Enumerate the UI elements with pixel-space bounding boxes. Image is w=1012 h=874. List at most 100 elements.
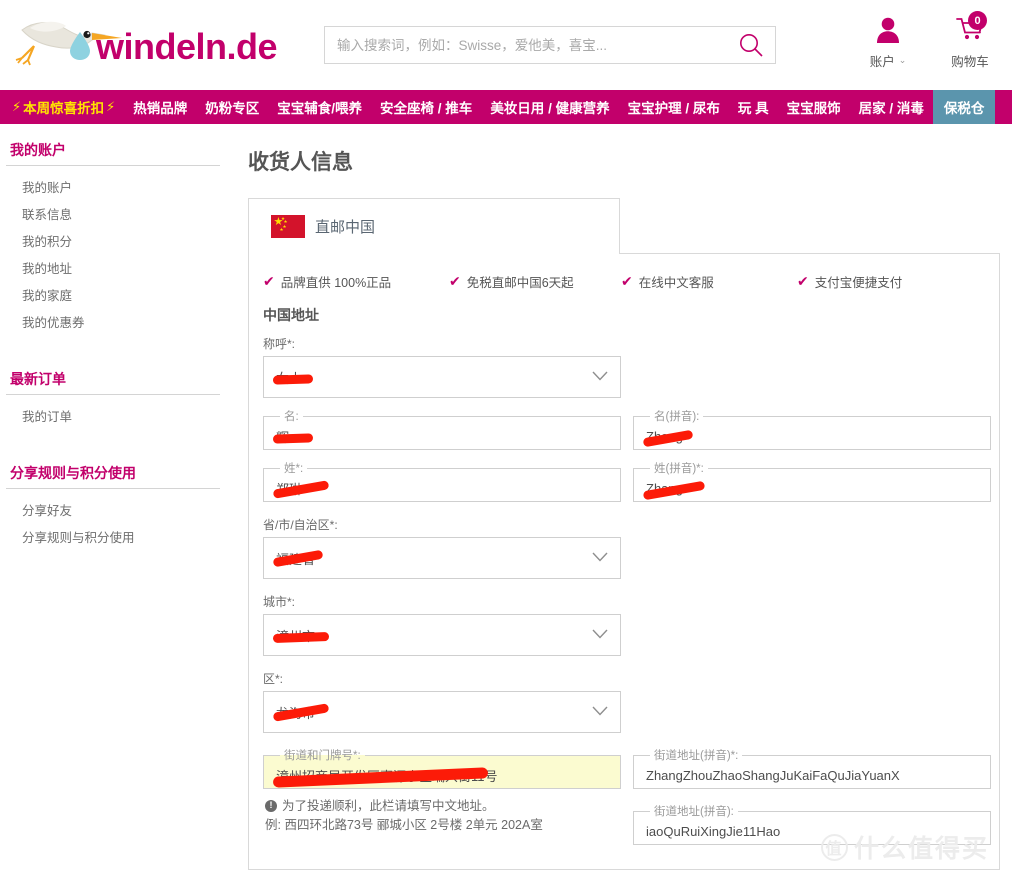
benefit-label-support: 在线中文客服 [638,276,714,290]
account-sidebar: 我的账户 我的账户 联系信息 我的积分 我的地址 我的家庭 我的优惠券 最新订单… [0,124,234,870]
select-district[interactable]: 龙海市 [263,691,621,733]
chevron-down-icon: ⌄ [898,55,907,65]
benefit-tax-free-shipping: ✔ 免税直邮中国6天起 [449,272,621,291]
value-first-name-pinyin: Zhong [642,429,694,447]
value-first-name: 辉 [272,427,314,446]
nav-label-weekly-deals: 本周惊喜折扣 [23,101,105,116]
hint-text-2: 例: 西四环北路73号 郦城小区 2号楼 2单元 202A室 [265,818,543,833]
search-bar[interactable] [324,26,776,64]
form-row-salutation: 称呼*: 女士 [263,335,985,398]
nav-item-formula[interactable]: 奶粉专区 [196,90,268,124]
label-street-pinyin-1: 街道地址(拼音)*: [654,750,739,762]
input-street-pinyin-1[interactable]: 街道地址(拼音)*: ZhangZhouZhaoShangJuKaiFaQuJi… [633,747,991,789]
check-icon: ✔ [449,273,461,289]
redaction-mark [642,480,706,500]
redaction-mark [272,479,330,499]
form-row-first-name: 名: 辉 名(拼音): Zhong [263,408,991,450]
input-street-pinyin-2[interactable]: 街道地址(拼音): iaoQuRuiXingJie11Hao [633,803,991,845]
hint-line-1: ! 为了投递顺利，此栏请填写中文地址。 [265,797,621,816]
value-province: 福建省 [272,549,324,568]
benefit-chinese-support: ✔ 在线中文客服 [621,272,797,291]
sidebar-item-my-coupons[interactable]: 我的优惠券 [6,308,234,335]
sidebar-item-my-family[interactable]: 我的家庭 [6,281,234,308]
redaction-mark [272,433,314,444]
lightning-icon-right: ⚡ [106,99,116,114]
sidebar-item-my-points[interactable]: 我的积分 [6,227,234,254]
sidebar-links-share-rules: 分享好友 分享规则与积分使用 [6,489,234,550]
account-button[interactable]: 账户 ⌄ [860,14,916,70]
form-row-province: 省/市/自治区*: 福建省 [263,516,985,579]
input-first-name[interactable]: 名: 辉 [263,408,621,450]
form-row-street: 街道和门牌号*: 漳州招商局开发区嘉源小区瑞兴街11号 ! 为了投递顺利，此栏请… [263,747,991,845]
field-district: 区*: 龙海市 [263,670,621,733]
sidebar-title-share-rules: 分享规则与积分使用 [6,463,220,489]
nav-item-baby-clothing[interactable]: 宝宝服饰 [778,90,850,124]
input-street[interactable]: 街道和门牌号*: 漳州招商局开发区嘉源小区瑞兴街11号 [263,747,621,789]
nav-item-baby-care[interactable]: 宝宝护理 / 尿布 [619,90,729,124]
tab-direct-mail-china[interactable]: ★ ★ ★ ★ ★ 直邮中国 [248,198,620,254]
chevron-down-icon [592,626,608,644]
redaction-mark [272,549,324,568]
chevron-down-icon [592,703,608,721]
nav-item-toys[interactable]: 玩 具 [729,90,778,124]
select-salutation[interactable]: 女士 [263,356,621,398]
sidebar-title-latest-orders: 最新订单 [6,369,220,395]
form-row-district: 区*: 龙海市 [263,670,985,733]
field-last-name-pinyin: 姓(拼音)*: Zhang [633,460,991,502]
label-last-name: 姓*: [284,463,304,475]
field-province: 省/市/自治区*: 福建省 [263,516,621,579]
benefits-row: ✔ 品牌直供 100%正品 ✔ 免税直邮中国6天起 ✔ 在线中文客服 ✔ 支付宝… [249,254,999,301]
nav-item-home-hygiene[interactable]: 居家 / 消毒 [850,90,933,124]
address-form-panel: ✔ 品牌直供 100%正品 ✔ 免税直邮中国6天起 ✔ 在线中文客服 ✔ 支付宝… [248,253,1000,870]
sidebar-item-my-orders[interactable]: 我的订单 [6,402,234,429]
select-province[interactable]: 福建省 [263,537,621,579]
label-city: 城市*: [263,595,296,609]
main-navigation: ⚡ 本周惊喜折扣 ⚡ 热销品牌 奶粉专区 宝宝辅食/喂养 安全座椅 / 推车 美… [0,90,1012,124]
nav-item-bonded-warehouse[interactable]: 保税仓 [932,90,996,124]
benefit-authentic: ✔ 品牌直供 100%正品 [263,272,449,291]
hint-text-1: 为了投递顺利，此栏请填写中文地址。 [282,799,495,813]
chevron-down-icon [592,368,608,386]
value-city: 漳州市 [272,626,330,645]
cart-button[interactable]: 0 购物车 [942,11,998,70]
stork-logo-icon: windeln.de [15,21,278,67]
nav-item-hot-brands[interactable]: 热销品牌 [124,90,196,124]
sidebar-item-share-friends[interactable]: 分享好友 [6,496,234,523]
check-icon: ✔ [797,273,809,289]
field-street: 街道和门牌号*: 漳州招商局开发区嘉源小区瑞兴街11号 ! 为了投递顺利，此栏请… [263,747,621,845]
select-city[interactable]: 漳州市 [263,614,621,656]
benefit-label-alipay: 支付宝便捷支付 [814,276,903,290]
input-last-name-pinyin[interactable]: 姓(拼音)*: Zhang [633,460,991,502]
field-street-pinyin-group: 街道地址(拼音)*: ZhangZhouZhaoShangJuKaiFaQuJi… [633,747,991,845]
search-input[interactable] [325,37,727,53]
nav-item-weekly-deals[interactable]: ⚡ 本周惊喜折扣 ⚡ [0,90,124,124]
nav-item-car-seats[interactable]: 安全座椅 / 推车 [371,90,481,124]
user-icon [877,17,899,43]
cart-label: 购物车 [951,55,989,69]
label-district: 区*: [263,672,284,686]
sidebar-item-my-account[interactable]: 我的账户 [6,173,234,200]
value-street-pinyin-2: iaoQuRuiXingJie11Hao [646,824,781,839]
redaction-mark [272,703,330,722]
main-content: 收货人信息 ★ ★ ★ ★ ★ 直邮中国 ✔ 品牌直供 100%正品 ✔ 免税直… [234,124,1012,870]
input-last-name[interactable]: 姓*: 郑琳 [263,460,621,502]
sidebar-item-contact-info[interactable]: 联系信息 [6,200,234,227]
sidebar-item-my-addresses[interactable]: 我的地址 [6,254,234,281]
sidebar-title-my-account: 我的账户 [6,140,220,166]
sidebar-item-share-rules-points[interactable]: 分享规则与积分使用 [6,523,234,550]
search-button[interactable] [727,27,775,63]
lightning-icon-left: ⚡ [12,99,22,114]
header-actions: 账户 ⌄ 0 购物车 [860,11,998,70]
site-logo[interactable]: windeln.de [8,14,308,70]
china-flag-icon: ★ ★ ★ ★ ★ [271,215,305,238]
field-city: 城市*: 漳州市 [263,593,621,656]
sidebar-links-latest-orders: 我的订单 [6,395,234,429]
nav-item-beauty-health[interactable]: 美妆日用 / 健康营养 [481,90,618,124]
sidebar-group-my-account: 我的账户 我的账户 联系信息 我的积分 我的地址 我的家庭 我的优惠券 [6,140,234,335]
input-first-name-pinyin[interactable]: 名(拼音): Zhong [633,408,991,450]
svg-text:windeln.de: windeln.de [95,26,277,67]
nav-item-baby-food[interactable]: 宝宝辅食/喂养 [268,90,371,124]
field-first-name: 名: 辉 [263,408,621,450]
label-first-name: 名: [284,411,299,423]
